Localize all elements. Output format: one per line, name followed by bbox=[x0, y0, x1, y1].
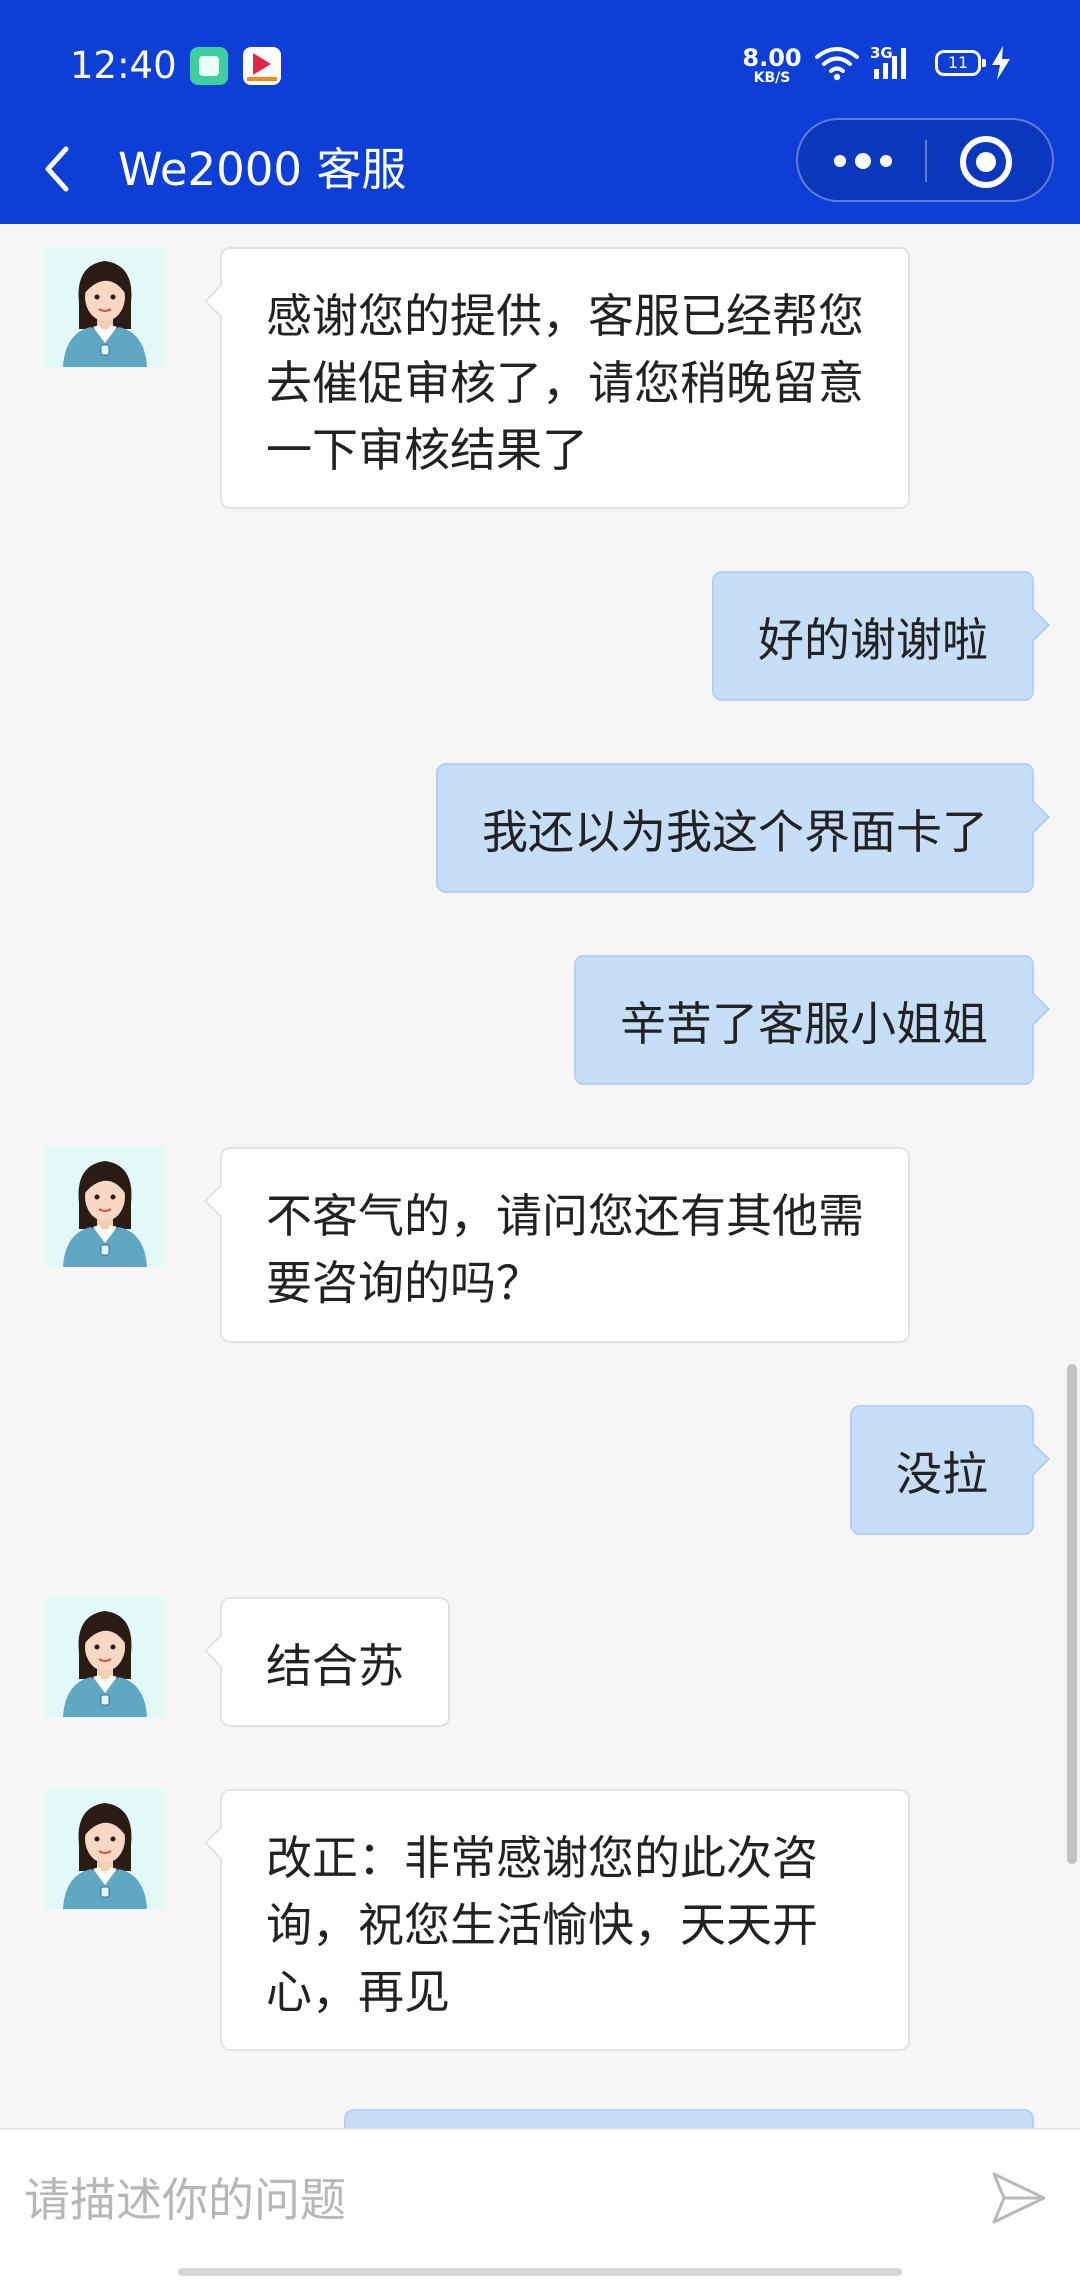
wifi-icon bbox=[815, 47, 859, 81]
user-message-bubble-partial bbox=[344, 2109, 1034, 2128]
status-bar: 12:40 8.00 KB/S 3G 11 bbox=[0, 0, 1080, 130]
message-text: 我还以为我这个界面卡了 bbox=[482, 805, 988, 859]
chevron-left-icon[interactable] bbox=[36, 141, 86, 197]
agent-avatar bbox=[45, 1597, 165, 1717]
send-arrow-icon[interactable] bbox=[990, 2170, 1048, 2226]
chat-message-list[interactable]: 感谢您的提供，客服已经帮您去催促审核了，请您稍晚留意一下审核结果了 好的谢谢啦 … bbox=[0, 224, 1080, 2128]
agent-message-bubble: 感谢您的提供，客服已经帮您去催促审核了，请您稍晚留意一下审核结果了 bbox=[220, 247, 910, 509]
network-speed-value: 8.00 bbox=[742, 44, 802, 72]
user-message-bubble: 我还以为我这个界面卡了 bbox=[436, 763, 1034, 893]
user-message-bubble: 好的谢谢啦 bbox=[712, 571, 1034, 701]
user-message-bubble: 辛苦了客服小姐姐 bbox=[574, 955, 1034, 1085]
agent-avatar bbox=[45, 1147, 165, 1267]
message-text: 没拉 bbox=[896, 1447, 988, 1501]
capsule-divider bbox=[925, 140, 927, 182]
user-message-bubble: 没拉 bbox=[850, 1405, 1034, 1535]
page-title: We2000 客服 bbox=[118, 143, 407, 196]
message-text: 辛苦了客服小姐姐 bbox=[620, 997, 988, 1051]
target-circle-icon[interactable] bbox=[958, 134, 1014, 190]
network-speed-unit: KB/S bbox=[753, 70, 791, 86]
title-bar: We2000 客服 bbox=[0, 118, 1080, 224]
agent-message-bubble: 改正：非常感谢您的此次咨询，祝您生活愉快，天天开心，再见 bbox=[220, 1789, 910, 2051]
video-app-notification-icon bbox=[243, 47, 281, 85]
agent-avatar bbox=[45, 1789, 165, 1909]
mini-program-capsule bbox=[796, 118, 1054, 202]
message-text: 不客气的，请问您还有其他需要咨询的吗？ bbox=[266, 1189, 864, 1310]
message-text: 好的谢谢啦 bbox=[758, 613, 988, 667]
battery-level: 11 bbox=[947, 53, 969, 72]
message-text: 结合苏 bbox=[266, 1639, 404, 1693]
message-text: 感谢您的提供，客服已经帮您去催促审核了，请您稍晚留意一下审核结果了 bbox=[266, 289, 864, 477]
question-input[interactable] bbox=[24, 2160, 944, 2240]
agent-message-bubble: 不客气的，请问您还有其他需要咨询的吗？ bbox=[220, 1147, 910, 1343]
app-header: 12:40 8.00 KB/S 3G 11 We2000 客服 bbox=[0, 0, 1080, 224]
agent-message-bubble: 结合苏 bbox=[220, 1597, 450, 1727]
more-dots-icon[interactable] bbox=[828, 140, 898, 182]
network-speed: 8.00 KB/S bbox=[742, 46, 802, 86]
message-text: 改正：非常感谢您的此次咨询，祝您生活愉快，天天开心，再见 bbox=[266, 1831, 818, 2019]
home-indicator bbox=[178, 2268, 902, 2276]
chat-scrollbar[interactable] bbox=[1067, 1364, 1077, 1864]
status-time: 12:40 bbox=[70, 44, 177, 87]
app-notification-icon bbox=[190, 47, 228, 85]
agent-avatar bbox=[45, 247, 165, 367]
cellular-signal-icon: 3G bbox=[870, 45, 920, 81]
message-input-bar bbox=[0, 2128, 1080, 2280]
charging-icon bbox=[992, 46, 1010, 80]
battery-icon: 11 bbox=[935, 50, 986, 76]
